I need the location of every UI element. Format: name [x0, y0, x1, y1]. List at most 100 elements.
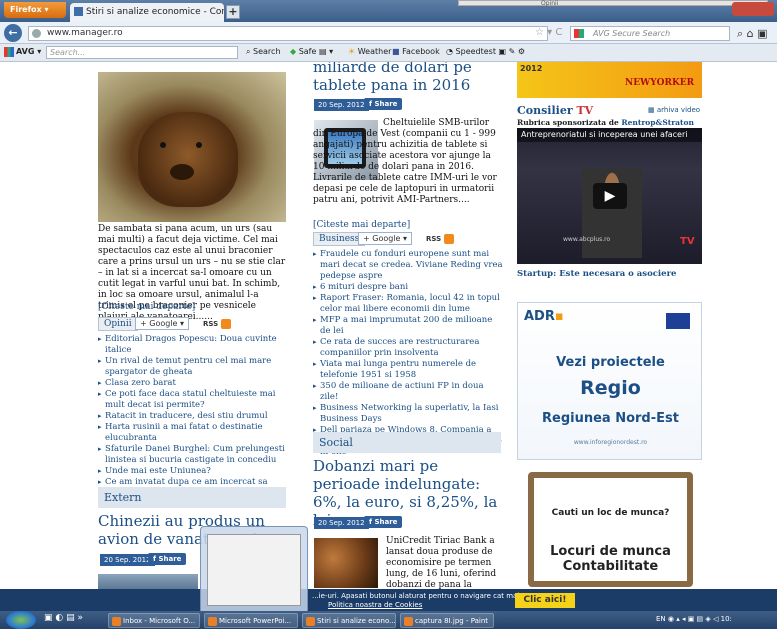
preview-slide	[207, 534, 301, 606]
list-item-link[interactable]: Fraudele cu fonduri europene sunt mai ma…	[313, 249, 503, 282]
speedtest-icon: ◔	[446, 47, 453, 56]
archive-label: arhiva video	[656, 106, 701, 114]
clock: 10:	[720, 615, 732, 623]
video-caption-link[interactable]: Startup: Este necesara o asociere	[517, 269, 676, 279]
new-tab-button[interactable]: +	[226, 5, 240, 19]
ad-vezi-proiectele: Vezi proiectele	[556, 355, 665, 370]
list-item-link[interactable]: Ratacit in traducere, desi stiu drumul	[98, 411, 288, 422]
bear-photo[interactable]	[98, 72, 286, 222]
sponsor-link[interactable]: Rentrop&Straton	[621, 118, 694, 127]
extern-share-button[interactable]: f Share	[148, 553, 187, 565]
google-plus-button[interactable]: + Google ▾	[358, 232, 413, 245]
opinii-category-button[interactable]: Opinii	[98, 317, 138, 331]
extern-photo[interactable]	[98, 574, 198, 589]
list-item-link[interactable]: Harta rusinii a mai fatat o destinatie e…	[98, 422, 288, 444]
list-item-link[interactable]: Editorial Dragos Popescu: Doua cuvinte i…	[98, 334, 288, 356]
newyorker-logo: NEWYORKER	[625, 78, 695, 88]
regio-logo: Regio	[580, 377, 641, 399]
safe-button[interactable]: ◆ Safe ▤ ▾	[290, 47, 333, 56]
search-placeholder: AVG Secure Search	[593, 29, 671, 38]
list-item-link[interactable]: Unde mai este Uniunea?	[98, 466, 288, 477]
section-extern[interactable]: Extern	[98, 487, 286, 508]
rss-link[interactable]: RSS	[426, 234, 454, 244]
tv-label: TV	[576, 104, 594, 117]
speedtest-button[interactable]: ◔ Speedtest ▣ ✎ ⚙	[446, 47, 525, 56]
site-identity-icon[interactable]	[32, 29, 41, 38]
share-label: Share	[374, 518, 398, 526]
list-item-link[interactable]: MFP a mai imprumutat 200 de milioane de …	[313, 315, 503, 337]
bear-read-more-link[interactable]: [Citeste mai departe]	[98, 302, 195, 312]
regio-ad[interactable]: ADR▪ Vezi proiectele Regio Regiunea Nord…	[517, 302, 702, 460]
start-button[interactable]	[6, 611, 36, 629]
tablets-share-button[interactable]: f Share	[364, 98, 403, 110]
list-item-link[interactable]: Sfaturile Danei Burghel: Cum prelungesti…	[98, 444, 288, 466]
tablets-article-text: Cheltuielile SMB-urilor din Europa de Ve…	[313, 118, 497, 205]
taskbar-item-powerpoint[interactable]: Microsoft PowerPoi...	[204, 613, 298, 628]
system-tray[interactable]: EN ◉ ▴ ◂ ▣ ▤ ◈ ◁ 10:	[656, 615, 732, 623]
list-item-link[interactable]: Ce rata de succes are restructurarea com…	[313, 337, 503, 359]
tab-title: Stiri si analize economice - Consultanta…	[86, 7, 224, 17]
play-icon[interactable]: ▶	[593, 183, 627, 209]
list-item-link[interactable]: Clasa zero barat	[98, 378, 288, 389]
section-social[interactable]: Social	[313, 432, 501, 453]
share-label: Share	[374, 100, 398, 108]
cookie-policy-link[interactable]: Politica noastra de Cookies	[328, 601, 422, 609]
adr-logo: ADR▪	[524, 309, 564, 324]
address-bar[interactable]: www.manager.ro	[28, 26, 548, 41]
favicon-icon	[74, 7, 83, 16]
list-item-link[interactable]: Un rival de temut pentru cel mai mare sp…	[98, 356, 288, 378]
tv-logo: TV	[680, 236, 695, 247]
taskbar-item-firefox[interactable]: Stiri si analize econo...	[302, 613, 396, 628]
taskbar-item-outlook[interactable]: Inbox - Microsoft O...	[108, 613, 200, 628]
search-box[interactable]: AVG Secure Search	[570, 26, 730, 41]
social-share-button[interactable]: f Share	[364, 516, 403, 528]
rss-link[interactable]: RSS	[203, 319, 231, 329]
list-item-link[interactable]: Ce poti face daca statul cheltuieste mai…	[98, 389, 288, 411]
taskbar-item-paint[interactable]: captura 8I.jpg - Paint	[400, 613, 494, 628]
google-plus-button[interactable]: + Google ▾	[135, 317, 190, 330]
adr-text: ADR	[524, 309, 555, 324]
taskbar-item-label: Inbox - Microsoft O...	[123, 617, 196, 625]
outlook-icon	[112, 617, 121, 626]
rss-label: RSS	[426, 235, 442, 243]
newyorker-banner[interactable]: 2012 NEWYORKER	[517, 62, 702, 98]
consilier-tv-title[interactable]: Consilier TV	[517, 104, 593, 117]
video-url: www.abcplus.ro	[563, 236, 611, 243]
back-button[interactable]: ←	[4, 24, 22, 42]
avg-search-button[interactable]: ⌕ Search	[246, 47, 281, 57]
list-item-link[interactable]: 350 de milioane de actiuni FP in doua zi…	[313, 381, 503, 403]
bookmark-star-icon[interactable]: ☆ ▾ C	[535, 27, 562, 38]
list-item-link[interactable]: 6 mituri despre bani	[313, 282, 503, 293]
shield-icon: ◆	[290, 47, 297, 56]
cookie-accept-button[interactable]: Clic aici!	[515, 593, 575, 608]
archive-video-link[interactable]: ▦ arhiva video	[648, 106, 700, 114]
video-player[interactable]: Antreprenoriatul si inceperea unei aface…	[517, 128, 702, 264]
bear-nose	[170, 164, 194, 180]
opinii-links-list: Editorial Dragos Popescu: Doua cuvinte i…	[98, 334, 288, 499]
list-item-link[interactable]: Viata mai lunga pentru numerele de telef…	[313, 359, 503, 381]
home-icon[interactable]: ⌕ ⌂ ▣	[737, 27, 768, 41]
avg-search-label: Search	[253, 47, 281, 56]
firefox-menu-label: Firefox	[10, 5, 42, 14]
window-controls[interactable]	[732, 2, 774, 16]
speedtest-label: Speedtest	[455, 47, 496, 56]
quick-launch-icons[interactable]: ▣ ◐ ▤ »	[44, 613, 83, 623]
list-item-link[interactable]: Raport Fraser: Romania, locul 42 in topu…	[313, 293, 503, 315]
tab-manager[interactable]: Stiri si analize economice - Consultanta…	[70, 3, 224, 22]
avg-menu[interactable]: AVG ▾	[16, 47, 41, 56]
list-item-link[interactable]: Business Networking la superlativ, la Ia…	[313, 403, 503, 425]
jobs-ad[interactable]: Cauti un loc de munca? Locuri de munca C…	[528, 472, 693, 587]
bear-eye	[196, 142, 202, 148]
google-plus-label: Google	[372, 234, 401, 243]
coins-photo[interactable]	[314, 538, 378, 588]
weather-button[interactable]: ☀ Weather	[348, 47, 391, 56]
rss-label: RSS	[203, 320, 219, 328]
avg-search-icon	[574, 29, 584, 38]
tablets-headline[interactable]: miliarde de dolari pe tablete pana in 20…	[313, 62, 503, 94]
facebook-button[interactable]: ■ Facebook	[392, 47, 440, 56]
firefox-menu-button[interactable]: Firefox ▾	[4, 2, 66, 18]
avg-logo-icon	[4, 47, 14, 57]
tablets-read-more-link[interactable]: [Citeste mai departe]	[313, 220, 410, 230]
sponsor-line: Rubrica sponsorizata de Rentrop&Straton	[517, 118, 694, 127]
avg-search-input[interactable]: Search...	[46, 46, 238, 59]
